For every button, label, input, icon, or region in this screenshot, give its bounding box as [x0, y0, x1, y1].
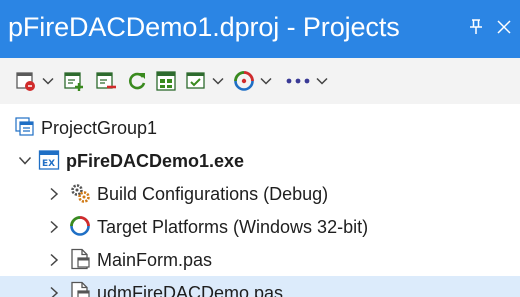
add-new-project-icon[interactable]	[62, 69, 86, 93]
project-group-icon	[14, 116, 36, 138]
tree-item-label: MainForm.pas	[97, 250, 213, 270]
tree-item-build-configurations[interactable]: Build Configurations (Debug)	[0, 177, 520, 210]
more-options-icon[interactable]	[282, 69, 314, 93]
view-options-chevron-icon[interactable]	[210, 72, 226, 90]
expanded-chevron-icon[interactable]	[16, 152, 34, 170]
panel-title: pFireDACDemo1.dproj - Projects	[8, 12, 400, 42]
collapsed-chevron-icon[interactable]	[45, 251, 63, 269]
exe-project-icon: EX	[38, 149, 60, 171]
target-platforms-icon	[69, 215, 91, 237]
collapsed-chevron-icon[interactable]	[45, 185, 63, 203]
panel-title-bar: pFireDACDemo1.dproj - Projects	[0, 0, 520, 58]
pin-icon[interactable]	[464, 15, 488, 39]
tree-item-target-platforms[interactable]: Target Platforms (Windows 32-bit)	[0, 210, 520, 243]
sync-dropdown-chevron-icon[interactable]	[40, 72, 56, 90]
svg-text:EX: EX	[42, 159, 55, 169]
sync-project-icon[interactable]	[14, 69, 38, 93]
collapsed-chevron-icon[interactable]	[45, 284, 63, 297]
view-options-icon[interactable]	[184, 69, 208, 93]
form-unit-icon	[69, 248, 91, 270]
refresh-icon[interactable]	[125, 69, 149, 93]
gears-icon	[69, 182, 91, 204]
tree-item-label: udmFireDACDemo.pas	[97, 283, 284, 297]
tree-item-udmfiredacdemo[interactable]: udmFireDACDemo.pas	[0, 276, 520, 297]
remove-project-icon[interactable]	[94, 69, 118, 93]
tree-item-project-exe[interactable]: EX pFireDACDemo1.exe	[0, 144, 520, 177]
target-platform-icon[interactable]	[232, 69, 256, 93]
tree-item-label: pFireDACDemo1.exe	[66, 151, 245, 171]
tree-item-project-group[interactable]: ProjectGroup1	[0, 111, 520, 144]
projects-toolbar	[0, 58, 520, 104]
build-configurations-icon[interactable]	[154, 69, 178, 93]
tree-item-label: ProjectGroup1	[41, 118, 158, 138]
close-icon[interactable]	[492, 15, 516, 39]
more-options-chevron-icon[interactable]	[314, 72, 330, 90]
tree-item-label: Build Configurations (Debug)	[97, 184, 329, 204]
form-unit-icon	[69, 281, 91, 297]
target-platform-chevron-icon[interactable]	[258, 72, 274, 90]
collapsed-chevron-icon[interactable]	[45, 218, 63, 236]
tree-item-label: Target Platforms (Windows 32-bit)	[97, 217, 369, 237]
tree-item-mainform[interactable]: MainForm.pas	[0, 243, 520, 276]
